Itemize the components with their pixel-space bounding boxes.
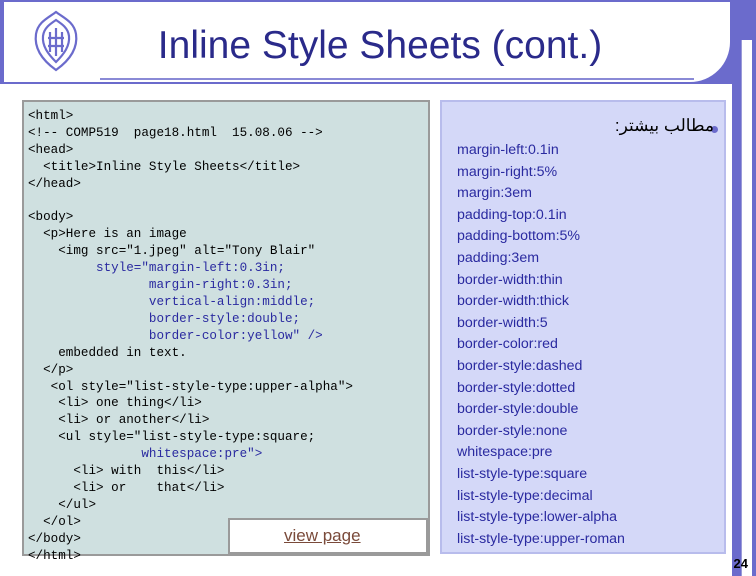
property-item: list-style-type:square — [457, 465, 588, 482]
code-line: vertical-align:middle; — [28, 294, 316, 309]
code-line: </ol> — [28, 514, 81, 529]
frame-inner-strip — [741, 40, 752, 576]
slide-title: Inline Style Sheets (cont.) — [157, 24, 603, 67]
code-listing: <html> <!-- COMP519 page18.html 15.08.06… — [28, 108, 353, 564]
property-item: border-width:thick — [457, 293, 569, 310]
property-item: border-style:double — [457, 401, 579, 418]
page-number: 24 — [733, 556, 748, 571]
code-line: </body> — [28, 531, 81, 546]
property-item: border-width:5 — [457, 314, 548, 331]
properties-heading: مطالب بیشتر: — [614, 116, 714, 135]
property-item: border-style:dashed — [457, 357, 583, 374]
code-line: <html> — [28, 109, 74, 123]
code-line: </ul> — [28, 497, 97, 512]
view-page-link[interactable]: view page — [228, 518, 428, 554]
code-line: border-color:yellow" /> — [28, 328, 323, 343]
code-line: <ol style="list-style-type:upper-alpha"> — [28, 379, 353, 394]
property-item: whitespace:pre — [457, 444, 553, 461]
code-line: <li> or another</li> — [28, 413, 210, 428]
code-line: <p>Here is an image — [28, 227, 187, 242]
property-item: border-style:dotted — [457, 379, 576, 396]
code-panel: <html> <!-- COMP519 page18.html 15.08.06… — [22, 100, 430, 563]
code-line: <li> one thing</li> — [28, 396, 202, 411]
view-page-label[interactable]: view page — [284, 526, 361, 546]
title-underline — [100, 78, 694, 80]
code-line: <!-- COMP519 page18.html 15.08.06 --> — [28, 125, 323, 140]
property-item: border-color:red — [457, 336, 558, 353]
code-line: whitespace:pre"> — [28, 447, 263, 462]
code-line: <li> with this</li> — [28, 464, 225, 479]
property-item: list-style-type:upper-roman — [457, 530, 625, 547]
university-emblem-icon — [34, 10, 78, 72]
properties-panel: مطالب بیشتر: margin-left:0.1in margin-ri… — [440, 100, 726, 554]
code-line: <li> or that</li> — [28, 480, 225, 495]
slide-frame-right — [732, 0, 756, 576]
property-item: list-style-type:lower-alpha — [457, 509, 618, 526]
property-item: padding:3em — [457, 249, 540, 266]
code-line: <ul style="list-style-type:square; — [28, 430, 316, 445]
property-item: border-style:none — [457, 422, 568, 439]
code-line: style="margin-left:0.3in; — [28, 261, 285, 276]
code-line: <img src="1.jpeg" alt="Tony Blair" — [28, 244, 316, 259]
code-line: </p> — [28, 362, 74, 377]
code-line: </html> — [28, 548, 81, 563]
property-item: padding-bottom:5% — [457, 228, 581, 245]
property-item: border-width:thin — [457, 271, 563, 288]
properties-list: margin-left:0.1in margin-right:5% margin… — [457, 140, 625, 550]
code-line: border-style:double; — [28, 311, 301, 326]
property-item: margin-left:0.1in — [457, 142, 559, 158]
code-line: </head> — [28, 176, 81, 191]
property-item: margin-right:5% — [457, 163, 558, 180]
property-item: margin:3em — [457, 185, 532, 202]
code-line: <title>Inline Style Sheets</title> — [28, 159, 301, 174]
code-line: margin-right:0.3in; — [28, 278, 293, 293]
property-item: padding-top:0.1in — [457, 206, 567, 223]
code-line: <body> — [28, 210, 74, 225]
property-item: list-style-type:decimal — [457, 487, 593, 504]
code-line: embedded in text. — [28, 345, 187, 360]
code-line: <head> — [28, 142, 74, 157]
